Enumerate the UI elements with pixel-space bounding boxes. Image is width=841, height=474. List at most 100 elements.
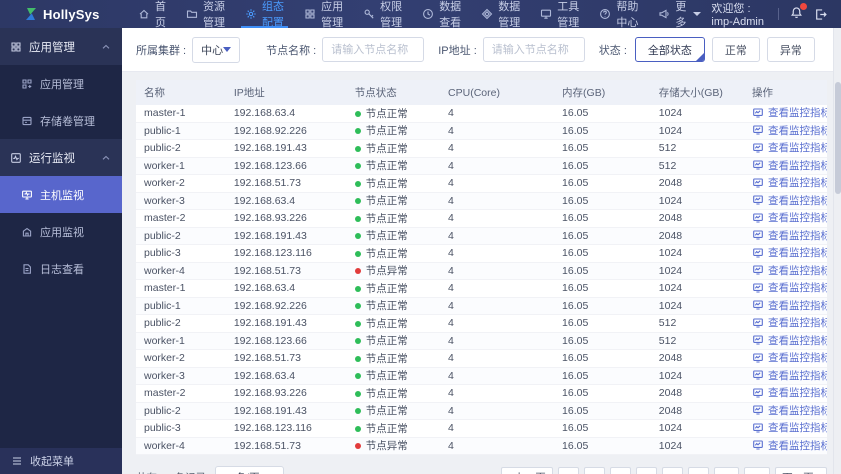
sidebar-item-app-management[interactable]: 应用管理 — [0, 65, 122, 102]
page-button-13[interactable]: 13 — [744, 467, 771, 474]
pulse-icon — [10, 152, 22, 164]
view-metrics-link[interactable]: 查看监控指标 — [752, 350, 827, 365]
table-row: public-3 192.168.123.116 节点正常 4 16.05 1024 查看监… — [136, 419, 827, 438]
view-metrics-label: 查看监控指标 — [768, 404, 827, 417]
page-button-1[interactable]: 1 — [557, 467, 579, 474]
page-button-2[interactable]: 2 — [583, 467, 605, 474]
nav-item-permissions[interactable]: 权限管理 — [353, 0, 412, 29]
view-metrics-link[interactable]: 查看监控指标 — [752, 158, 827, 173]
status-text: 节点正常 — [365, 125, 408, 138]
sidebar-item-storage-volume[interactable]: 存储卷管理 — [0, 102, 122, 139]
view-metrics-link[interactable]: 查看监控指标 — [752, 105, 827, 120]
storage-cell: 512 — [650, 332, 745, 350]
nav-item-home[interactable]: 首页 — [128, 0, 176, 29]
chevron-down-icon — [223, 47, 232, 52]
brand-logo[interactable]: HollySys — [0, 7, 122, 22]
chart-icon — [752, 352, 764, 364]
view-metrics-link[interactable]: 查看监控指标 — [752, 193, 827, 208]
chevron-up-icon — [100, 152, 112, 164]
prev-page-button[interactable]: ‹ 上一页 — [500, 467, 553, 474]
status-text: 节点正常 — [365, 317, 408, 330]
pagination-bar: 共有400条记录 20条/页 ‹ 上一页12345–1213下一页 › — [136, 466, 827, 474]
chart-icon — [752, 404, 764, 416]
sidebar-item-log-view[interactable]: 日志查看 — [0, 250, 122, 287]
page-button-12[interactable]: 12 — [713, 467, 740, 474]
view-metrics-link[interactable]: 查看监控指标 — [752, 420, 827, 435]
view-metrics-link[interactable]: 查看监控指标 — [752, 245, 827, 260]
nav-item-help-center[interactable]: 帮助中心 — [589, 0, 648, 29]
logout-icon[interactable] — [814, 8, 827, 21]
view-metrics-label: 查看监控指标 — [768, 334, 827, 347]
help-icon — [599, 8, 611, 20]
page-button-3[interactable]: 3 — [609, 467, 631, 474]
scrollbar-thumb[interactable] — [835, 82, 841, 194]
status-option-3[interactable]: 异常 — [766, 37, 815, 62]
view-metrics-link[interactable]: 查看监控指标 — [752, 298, 827, 313]
action-cell: 查看监控指标 — [744, 122, 827, 140]
view-metrics-link[interactable]: 查看监控指标 — [752, 333, 827, 348]
action-cell: 查看监控指标 — [744, 297, 827, 315]
status-option-2[interactable]: 正常 — [711, 37, 760, 62]
ip-cell: 192.168.92.226 — [225, 122, 347, 140]
cpu-cell: 4 — [440, 279, 555, 298]
view-metrics-link[interactable]: 查看监控指标 — [752, 438, 827, 453]
page-size-select[interactable]: 20条/页 — [215, 466, 284, 474]
collapse-menu-button[interactable]: 收起菜单 — [0, 448, 122, 474]
view-metrics-link[interactable]: 查看监控指标 — [752, 140, 827, 155]
nav-item-label: 权限管理 — [380, 1, 403, 29]
main-content: 所属集群 : 中心 节点名称 : IP地址 : 状态 : 全部状态正常异常 查询 — [122, 28, 841, 474]
table-row: master-1 192.168.63.4 节点正常 4 16.05 1024 查看监控指标 — [136, 105, 827, 123]
nav-item-data-view[interactable]: 数据查看 — [412, 0, 471, 29]
cpu-cell: 4 — [440, 105, 555, 123]
nav-item-data-management[interactable]: 数据管理 — [471, 0, 530, 29]
sidebar-section-app-management-section[interactable]: 应用管理 — [0, 28, 122, 65]
view-metrics-link[interactable]: 查看监控指标 — [752, 263, 827, 278]
view-metrics-label: 查看监控指标 — [768, 142, 827, 154]
status-text: 节点正常 — [365, 405, 408, 418]
node-name-cell: public-2 — [136, 227, 226, 245]
nav-item-configuration[interactable]: 组态配置 — [235, 0, 294, 29]
vertical-scrollbar[interactable] — [833, 28, 841, 474]
sidebar-item-label: 主机监视 — [40, 189, 84, 202]
sidebar-item-app-monitor[interactable]: 应用监视 — [0, 213, 122, 250]
view-metrics-link[interactable]: 查看监控指标 — [752, 368, 827, 383]
status-dot-normal — [354, 320, 361, 327]
view-metrics-link[interactable]: 查看监控指标 — [752, 175, 827, 190]
view-metrics-link[interactable]: 查看监控指标 — [752, 123, 827, 138]
page-button-5[interactable]: 5 — [661, 467, 683, 474]
cpu-cell: 4 — [440, 349, 555, 368]
cpu-cell: 4 — [440, 332, 555, 350]
table-row: public-1 192.168.92.226 节点正常 4 16.05 1024 查看监控… — [136, 122, 827, 140]
notification-badge — [800, 3, 807, 10]
ip-input[interactable] — [482, 37, 585, 62]
node-name-input[interactable] — [322, 37, 425, 62]
status-option-1[interactable]: 全部状态 — [634, 37, 705, 62]
nav-item-more[interactable]: 更多 — [648, 0, 711, 29]
next-page-button[interactable]: 下一页 › — [775, 467, 827, 474]
notification-bell-icon[interactable] — [790, 3, 807, 22]
view-metrics-link[interactable]: 查看监控指标 — [752, 403, 827, 418]
action-cell: 查看监控指标 — [744, 192, 827, 210]
sidebar-item-host-monitor[interactable]: 主机监视 — [0, 176, 122, 213]
page-button-4[interactable]: 4 — [635, 467, 657, 474]
view-metrics-link[interactable]: 查看监控指标 — [752, 385, 827, 400]
memory-cell: 16.05 — [554, 262, 651, 280]
cpu-cell: 4 — [440, 174, 555, 193]
nav-item-resources[interactable]: 资源管理 — [176, 0, 235, 29]
chart-icon — [752, 387, 764, 399]
sidebar-section-runtime-monitor-section[interactable]: 运行监视 — [0, 139, 122, 176]
view-metrics-link[interactable]: 查看监控指标 — [752, 315, 827, 330]
grid-icon — [304, 8, 316, 20]
view-metrics-label: 查看监控指标 — [768, 177, 827, 189]
column-header-7: 操作 — [744, 80, 827, 105]
nav-item-applications[interactable]: 应用管理 — [294, 0, 353, 29]
ip-cell: 192.168.191.43 — [225, 227, 347, 245]
column-header-6: 存储大小(GB) — [650, 80, 745, 105]
view-metrics-link[interactable]: 查看监控指标 — [752, 210, 827, 225]
action-cell: 查看监控指标 — [744, 437, 827, 455]
cpu-cell: 4 — [440, 192, 555, 210]
nav-item-tools[interactable]: 工具管理 — [530, 0, 589, 29]
view-metrics-link[interactable]: 查看监控指标 — [752, 280, 827, 295]
cluster-select[interactable]: 中心 — [192, 36, 241, 63]
view-metrics-link[interactable]: 查看监控指标 — [752, 228, 827, 243]
